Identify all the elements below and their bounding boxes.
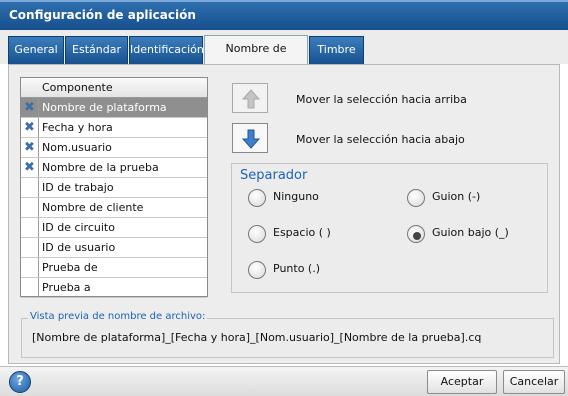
tab-timbre[interactable]: Timbre <box>309 36 364 64</box>
accept-button[interactable]: Aceptar <box>427 370 497 394</box>
move-down-button[interactable] <box>232 123 268 153</box>
window-title: Configuración de aplicación <box>0 0 568 30</box>
tab-estandar[interactable]: Estándar <box>65 36 128 64</box>
list-item[interactable]: ID de trabajo <box>21 178 207 198</box>
separator-title: Separador <box>240 168 308 183</box>
list-item-label: Fecha y hora <box>42 121 113 134</box>
radio-circle <box>407 189 425 207</box>
checkbox[interactable] <box>21 258 39 277</box>
list-item[interactable]: ✖ Nom.usuario <box>21 138 207 158</box>
radio-circle <box>248 225 266 243</box>
tab-bar: General Estándar Identificación Nombre d… <box>0 30 568 81</box>
tab-general[interactable]: General <box>8 36 64 64</box>
radio-label: Guion (-) <box>432 190 481 203</box>
list-item-label: Prueba de <box>42 261 98 274</box>
move-down-label: Mover la selección hacia abajo <box>296 133 465 146</box>
radio-selected-dot <box>413 232 421 240</box>
list-item-label: Nombre de la prueba <box>42 161 159 174</box>
list-item-label: Nombre de cliente <box>42 201 144 214</box>
up-arrow-icon <box>242 89 260 109</box>
separator-group: Separador Ninguno Guion (-) Espacio ( ) … <box>231 163 548 293</box>
radio-label: Ninguno <box>273 190 319 203</box>
checkbox[interactable] <box>21 178 39 197</box>
list-item-label: ID de circuito <box>42 221 115 234</box>
filename-preview: Vista previa de nombre de archivo: [Nomb… <box>21 311 554 358</box>
checkbox[interactable] <box>21 218 39 237</box>
list-item[interactable]: Nombre de cliente <box>21 198 207 218</box>
down-arrow-icon <box>242 129 260 149</box>
preview-title: Vista previa de nombre de archivo: <box>28 311 208 322</box>
tab-identificacion[interactable]: Identificación <box>129 36 204 64</box>
x-check-icon[interactable]: ✖ <box>21 158 39 177</box>
list-item[interactable]: ✖ Nombre de plataforma <box>21 98 207 118</box>
checkbox[interactable] <box>21 238 39 257</box>
x-check-icon[interactable]: ✖ <box>21 118 39 137</box>
x-check-icon[interactable]: ✖ <box>21 138 39 157</box>
list-item[interactable]: ✖ Nombre de la prueba <box>21 158 207 178</box>
radio-circle <box>248 261 266 279</box>
help-icon[interactable]: ? <box>9 371 31 393</box>
list-item[interactable]: ID de circuito <box>21 218 207 238</box>
settings-panel: Componente ✖ Nombre de plataforma ✖ Fecha y… <box>8 64 560 364</box>
footer-bar: ? Aceptar Cancelar <box>0 366 568 396</box>
cancel-button[interactable]: Cancelar <box>503 370 565 394</box>
list-item[interactable]: Prueba de <box>21 258 207 278</box>
move-up-label: Mover la selección hacia arriba <box>296 93 467 106</box>
radio-circle <box>407 225 425 243</box>
list-item-label: ID de trabajo <box>42 181 114 194</box>
component-list: Componente ✖ Nombre de plataforma ✖ Fecha y… <box>20 77 208 298</box>
list-item[interactable]: ID de usuario <box>21 238 207 258</box>
radio-label: Espacio ( ) <box>273 226 331 239</box>
list-item-label: ID de usuario <box>42 241 116 254</box>
x-check-icon[interactable]: ✖ <box>21 98 39 117</box>
list-item[interactable]: Prueba a <box>21 278 207 298</box>
list-item-label: Nom.usuario <box>42 141 112 154</box>
list-item[interactable]: ✖ Fecha y hora <box>21 118 207 138</box>
list-item-label: Prueba a <box>42 281 91 294</box>
radio-label: Punto (.) <box>273 262 321 275</box>
component-list-header: Componente <box>21 78 207 98</box>
checkbox[interactable] <box>21 198 39 217</box>
tab-nombre-de-archivo[interactable]: Nombre de archivo <box>204 35 308 81</box>
list-item-label: Nombre de plataforma <box>42 101 167 114</box>
radio-circle <box>248 189 266 207</box>
radio-label: Guion bajo (_) <box>432 226 509 239</box>
move-up-button[interactable] <box>232 83 268 113</box>
preview-value: [Nombre de plataforma]_[Fecha y hora]_[N… <box>32 331 482 344</box>
checkbox[interactable] <box>21 278 39 297</box>
